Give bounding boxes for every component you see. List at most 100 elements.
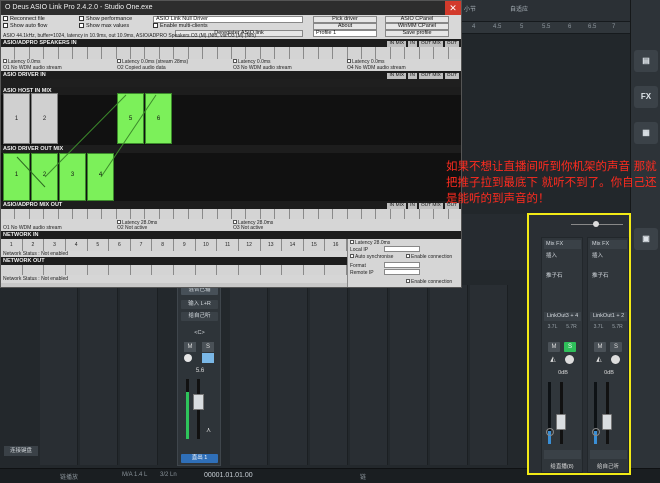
matrix-cell[interactable] [246,209,261,219]
pan-knob[interactable]: <C> [181,329,218,338]
matrix-cell[interactable] [238,265,261,275]
network-channel-number[interactable]: 4 [65,239,88,251]
channel-name[interactable]: 给直播(8) [542,462,582,470]
matrix-cell[interactable] [174,209,189,219]
matrix-cell[interactable] [405,209,420,219]
checkbox-performance[interactable]: Show performance [79,16,132,22]
checkbox-multi-clients[interactable]: Enable multi-clients [153,23,208,29]
pick-driver-button[interactable]: Pick driver [313,16,377,23]
matrix-cell[interactable] [195,265,218,275]
network-channel-number[interactable]: 2 [22,239,45,251]
matrix-cell[interactable] [188,209,204,219]
automation-icon[interactable]: ⋏ [206,426,218,434]
network-channel-number[interactable]: 11 [217,239,239,251]
automation-icon[interactable] [546,428,554,436]
matrix-cell[interactable] [29,209,45,219]
matrix-cell[interactable] [87,47,103,59]
matrix-cell[interactable] [73,47,88,59]
matrix-cell[interactable] [116,47,131,59]
matrix-cell[interactable] [159,47,175,59]
volume-fader[interactable] [602,414,612,431]
mute-button[interactable]: M [594,342,606,352]
matrix-cell[interactable] [87,209,103,219]
matrix-cell[interactable] [304,47,319,59]
matrix-cell[interactable] [44,209,59,219]
network-channel-number[interactable]: 14 [282,239,304,251]
network-channel-number[interactable]: 13 [260,239,283,251]
matrix-cell[interactable] [130,209,146,219]
matrix-cell[interactable] [65,265,88,275]
network-channel-number[interactable]: 3 [44,239,66,251]
insert-slot[interactable]: 插入 [544,252,581,261]
matrix-cell[interactable] [102,209,117,219]
auto-sync-checkbox[interactable]: Auto synchronise [350,254,393,260]
matrix-cell[interactable] [58,209,74,219]
matrix-cell[interactable] [109,265,131,275]
matrix-cell[interactable] [15,209,30,219]
matrix-cell[interactable] [275,209,290,219]
matrix-cell[interactable] [275,47,290,59]
pool-icon[interactable]: ▣ [634,228,658,250]
matrix-cell[interactable] [232,209,247,219]
matrix-cell[interactable] [260,265,283,275]
matrix-cell[interactable] [333,47,348,59]
checkbox-reconnect[interactable]: Reconnect file [3,16,45,22]
matrix-cell[interactable] [376,47,391,59]
mix-fx-slot[interactable]: Mix FX [544,240,581,249]
profile-select[interactable]: Profile 1 [313,30,377,37]
toolbar-item-bars[interactable]: 小节 [464,4,476,13]
network-channel-number[interactable]: 7 [130,239,153,251]
mute-button[interactable]: M [548,342,560,352]
matrix-cell[interactable] [1,265,23,275]
checkbox-auto-flow[interactable]: Show auto flow [3,23,47,29]
channel-routing-name[interactable] [590,450,627,459]
matrix-cell[interactable] [22,265,45,275]
matrix-cell[interactable] [260,209,276,219]
send-slot[interactable]: 推子石 [590,272,627,281]
channel-name[interactable]: 给自己听 [588,462,628,470]
checkbox-max-values[interactable]: Show max values [79,23,129,29]
close-icon[interactable]: ✕ [445,1,461,15]
winmm-cpanel-button[interactable]: WinMM CPanel [385,23,449,30]
matrix-cell[interactable] [303,265,326,275]
matrix-cell[interactable] [434,209,449,219]
matrix-cell[interactable] [361,209,377,219]
loops-icon[interactable]: ▦ [634,122,658,144]
mix-fx-slot[interactable]: Mix FX [590,240,627,249]
network-channel-number[interactable]: 6 [109,239,131,251]
matrix-cell[interactable] [102,47,117,59]
matrix-cell[interactable] [159,209,175,219]
record-icon[interactable] [565,355,574,364]
matrix-cell[interactable] [405,47,420,59]
about-button[interactable]: About [313,23,377,30]
instruments-icon[interactable]: ▤ [634,50,658,72]
matrix-cell[interactable] [145,209,160,219]
network-channel-number[interactable]: 12 [238,239,261,251]
volume-fader[interactable] [193,394,204,410]
local-ip-field[interactable] [384,246,420,252]
solo-button[interactable]: S [202,342,214,352]
record-icon[interactable] [184,354,192,362]
matrix-cell[interactable] [333,209,348,219]
matrix-cell[interactable] [260,47,276,59]
matrix-cell[interactable] [217,265,239,275]
matrix-cell[interactable] [174,47,189,59]
matrix-cell[interactable] [361,47,377,59]
matrix-cell[interactable] [347,47,362,59]
enable-connection-checkbox[interactable]: Enable connection [406,254,452,260]
matrix-cell[interactable] [419,47,435,59]
matrix-cell[interactable] [289,209,305,219]
mute-button[interactable]: M [184,342,196,352]
asio-cpanel-button[interactable]: ASIO CPanel [385,16,449,23]
matrix-cell[interactable] [87,265,110,275]
send-slider[interactable] [567,217,627,231]
matrix-cell[interactable] [130,47,146,59]
matrix-cell[interactable] [325,265,347,275]
matrix-cell[interactable] [217,209,232,219]
monitor-icon[interactable] [202,353,214,363]
matrix-cell[interactable] [347,209,362,219]
send-slot[interactable]: 推子石 [544,272,581,281]
network-channel-number[interactable]: 5 [87,239,110,251]
enable-connection-checkbox[interactable]: Enable connection [406,279,452,285]
matrix-cell[interactable] [73,209,88,219]
